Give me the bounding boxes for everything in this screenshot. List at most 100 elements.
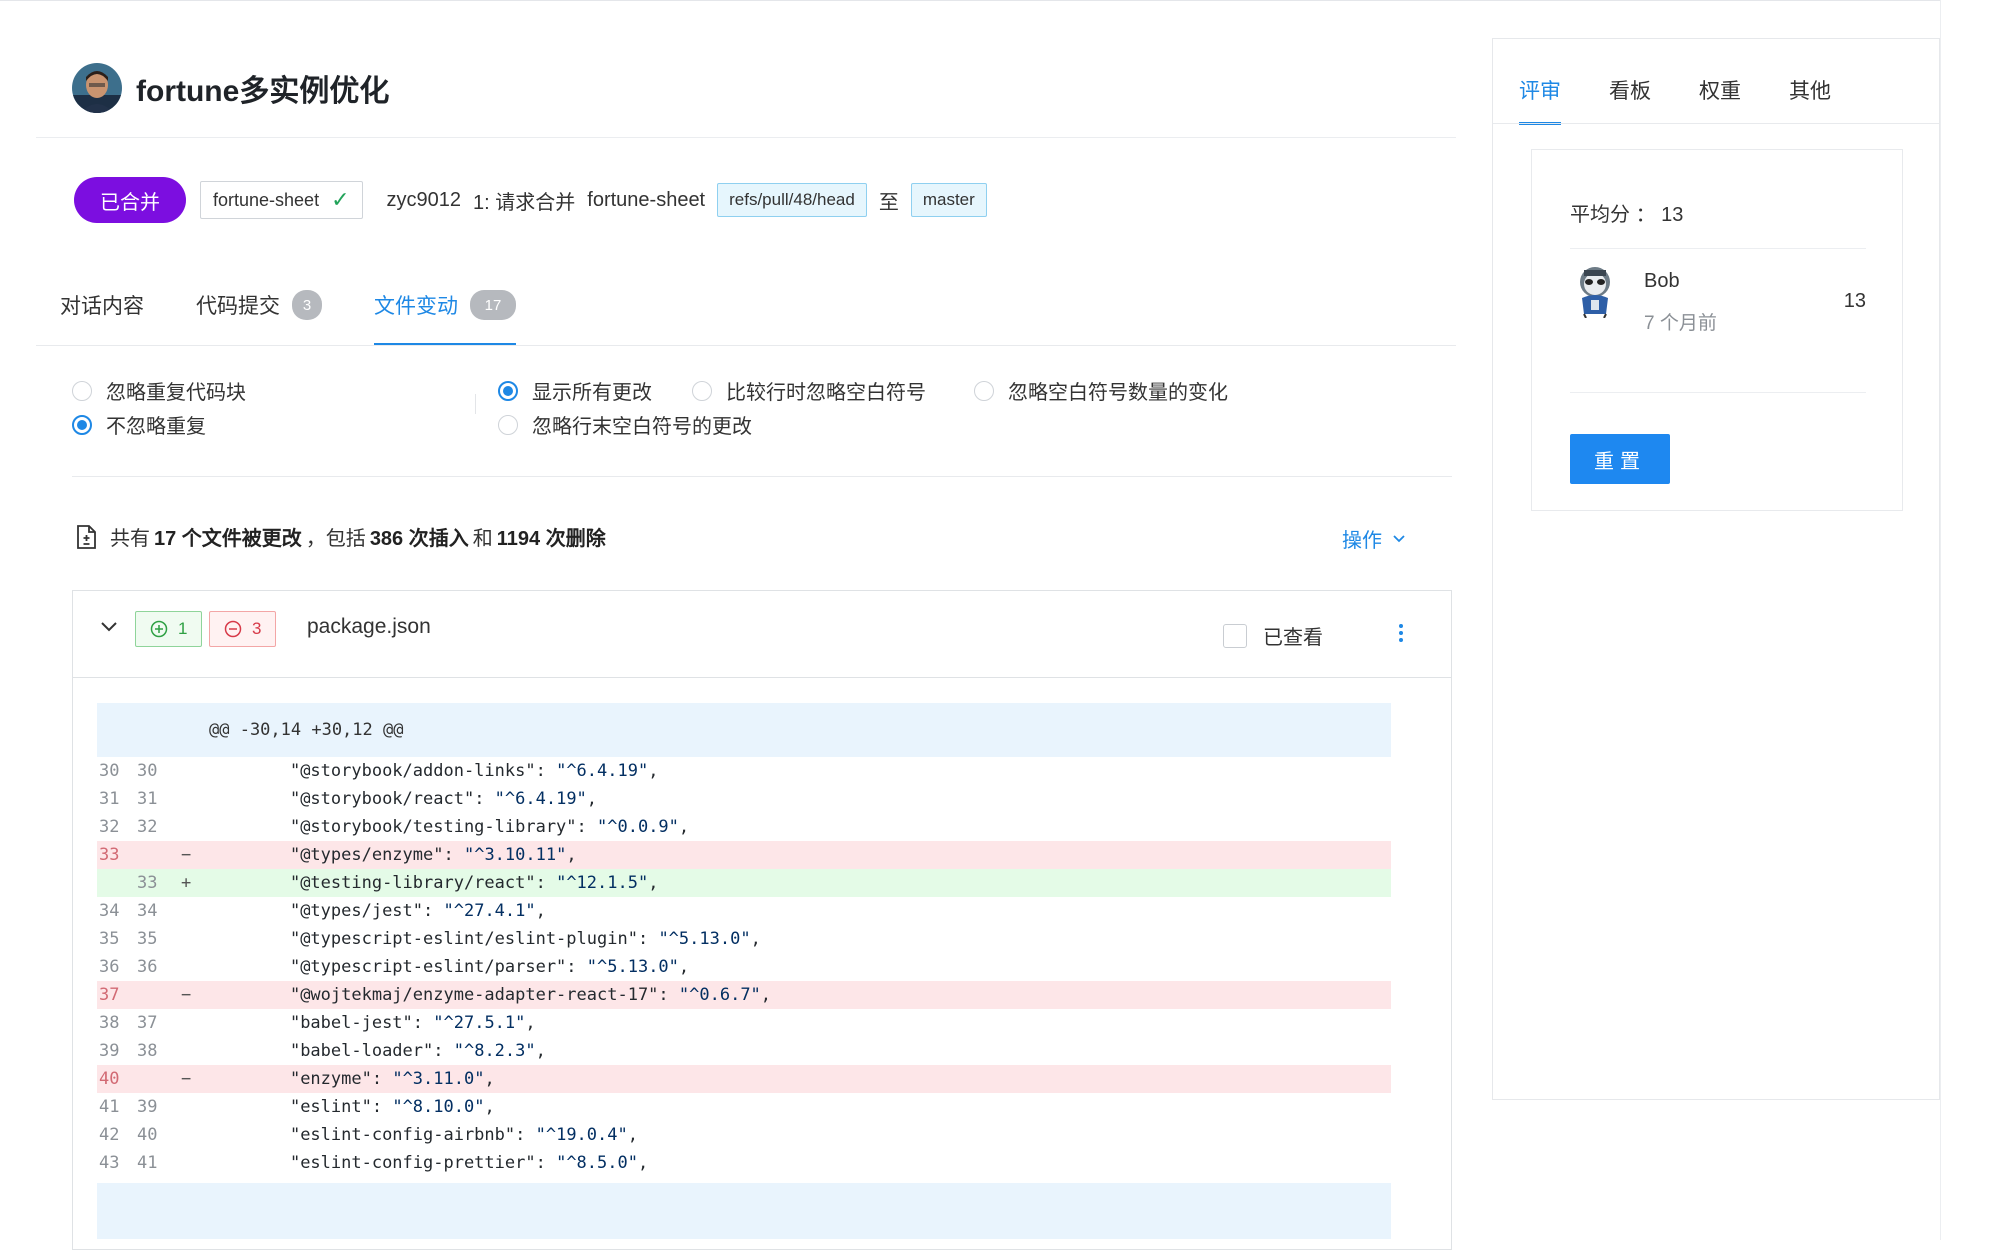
old-line-number: 43 xyxy=(99,1153,120,1173)
code-value: "^5.13.0" xyxy=(586,957,679,977)
file-name[interactable]: package.json xyxy=(307,615,431,639)
code-text: "@storybook/react": "^6.4.19", xyxy=(289,789,598,809)
summary-insertions: 386 次插入 xyxy=(369,528,469,550)
new-line-number: 40 xyxy=(137,1125,158,1145)
file-diff-card: 1 3 package.json 已查看 @@ -30,14 +30,12 @@… xyxy=(72,590,1452,1250)
new-line-number: 38 xyxy=(137,1041,158,1061)
old-line-number: 35 xyxy=(99,929,120,949)
code-key: "@typescript-eslint/eslint-plugin" xyxy=(289,929,638,949)
radio-ignore-eol-whitespace[interactable] xyxy=(498,414,518,435)
option-ignore-duplicate[interactable]: 忽略重复代码块 xyxy=(72,376,246,405)
review-time: 7 个月前 xyxy=(1644,313,1717,334)
viewed-checkbox[interactable] xyxy=(1223,623,1247,648)
diff-view: @@ -30,14 +30,12 @@ 30 30 "@storybook/add… xyxy=(97,703,1391,1239)
operations-label: 操作 xyxy=(1342,530,1382,552)
code-text: "@wojtekmaj/enzyme-adapter-react-17": "^… xyxy=(289,985,772,1005)
code-value: "^6.4.19" xyxy=(556,761,649,781)
code-key: "babel-loader" xyxy=(289,1041,434,1061)
reviewer-avatar[interactable] xyxy=(1570,262,1620,318)
option-ignore-eol-whitespace[interactable]: 忽略行末空白符号的更改 xyxy=(498,410,752,439)
code-key: "@types/jest" xyxy=(289,901,424,921)
new-line-number: 30 xyxy=(137,761,158,781)
radio-ignore-whitespace-amount[interactable] xyxy=(974,380,994,401)
tab-weight[interactable]: 权重 xyxy=(1699,75,1741,125)
status-badge: 已合并 xyxy=(74,177,186,223)
tab-other[interactable]: 其他 xyxy=(1789,75,1831,125)
code-key: "eslint" xyxy=(289,1097,372,1117)
source-ref-tag[interactable]: refs/pull/48/head xyxy=(717,183,867,217)
diff-line-deleted: 33 − "@types/enzyme": "^3.10.11", xyxy=(97,841,1391,869)
tab-commits[interactable]: 代码提交 3 xyxy=(196,290,322,346)
target-repo[interactable]: fortune-sheet xyxy=(587,189,705,212)
pr-author[interactable]: zyc9012 xyxy=(387,189,462,212)
author-avatar[interactable] xyxy=(72,63,122,113)
review-panel: 平均分 ： 13 Bob 7 个月前 13 重置 xyxy=(1531,149,1903,511)
reviewer-name[interactable]: Bob xyxy=(1644,270,1680,293)
summary-files: 17 个文件被更改 xyxy=(154,528,302,550)
option-label: 忽略重复代码块 xyxy=(106,382,246,404)
old-line-number: 38 xyxy=(99,1013,120,1033)
code-text: "eslint": "^8.10.0", xyxy=(289,1097,495,1117)
code-key: "eslint-config-prettier" xyxy=(289,1153,536,1173)
files-count-badge: 17 xyxy=(470,290,516,320)
collapse-chevron-icon[interactable] xyxy=(97,615,121,639)
code-text: "enzyme": "^3.11.0", xyxy=(289,1069,495,1089)
tabs-divider xyxy=(36,345,1456,346)
operations-dropdown[interactable]: 操作 xyxy=(1342,524,1406,553)
code-key: "@types/enzyme" xyxy=(289,845,444,865)
sidebar-tabs: 评审 看板 权重 其他 xyxy=(1519,75,1879,125)
to-label: 至 xyxy=(878,191,899,214)
option-ignore-whitespace-amount[interactable]: 忽略空白符号数量的变化 xyxy=(974,376,1228,405)
diff-line-added: 33 + "@testing-library/react": "^12.1.5", xyxy=(97,869,1391,897)
radio-ignore-duplicate[interactable] xyxy=(72,380,92,401)
reset-button[interactable]: 重置 xyxy=(1570,434,1670,484)
diff-line: 39 38 "babel-loader": "^8.2.3", xyxy=(97,1037,1391,1065)
radio-ignore-whitespace[interactable] xyxy=(692,380,712,401)
code-value: "^27.4.1" xyxy=(443,901,536,921)
code-text: "@typescript-eslint/parser": "^5.13.0", xyxy=(289,957,690,977)
option-label: 显示所有更改 xyxy=(532,382,652,404)
code-value: "^8.2.3" xyxy=(453,1041,536,1061)
repo-tag[interactable]: fortune-sheet ✓ xyxy=(200,181,363,219)
code-value: "^6.4.19" xyxy=(494,789,587,809)
diff-line: 41 39 "eslint": "^8.10.0", xyxy=(97,1093,1391,1121)
diff-line-deleted: 40 − "enzyme": "^3.11.0", xyxy=(97,1065,1391,1093)
new-line-number: 34 xyxy=(137,901,158,921)
code-value: "^0.6.7" xyxy=(678,985,761,1005)
tab-files-changed[interactable]: 文件变动 17 xyxy=(374,290,516,346)
radio-no-ignore-duplicate[interactable] xyxy=(72,414,92,435)
code-text: "@types/jest": "^27.4.1", xyxy=(289,901,546,921)
file-diff-icon xyxy=(77,524,96,549)
new-line-number: 36 xyxy=(137,957,158,977)
tab-board[interactable]: 看板 xyxy=(1609,75,1651,125)
code-key: "@storybook/addon-links" xyxy=(289,761,536,781)
new-line-number: 35 xyxy=(137,929,158,949)
tab-review[interactable]: 评审 xyxy=(1519,75,1561,125)
target-branch-tag[interactable]: master xyxy=(910,183,987,217)
code-key: "@typescript-eslint/parser" xyxy=(289,957,567,977)
option-no-ignore-duplicate[interactable]: 不忽略重复 xyxy=(72,410,206,439)
option-show-all[interactable]: 显示所有更改 xyxy=(498,376,652,405)
diff-line: 43 41 "eslint-config-prettier": "^8.5.0", xyxy=(97,1149,1391,1177)
more-options-icon[interactable] xyxy=(1395,621,1407,645)
code-key: "babel-jest" xyxy=(289,1013,413,1033)
option-ignore-whitespace[interactable]: 比较行时忽略空白符号 xyxy=(692,376,926,405)
file-header: 1 3 package.json 已查看 xyxy=(73,591,1451,678)
options-divider-line xyxy=(72,476,1452,477)
option-label: 忽略行末空白符号的更改 xyxy=(532,416,752,438)
radio-show-all[interactable] xyxy=(498,380,518,401)
pr-meta-row: 已合并 fortune-sheet ✓ zyc9012 1: 请求合并 fort… xyxy=(74,176,987,224)
main-content: fortune多实例优化 已合并 fortune-sheet ✓ zyc9012… xyxy=(36,0,1456,1250)
deletions-badge: 3 xyxy=(209,611,277,647)
code-text: "@types/enzyme": "^3.10.11", xyxy=(289,845,577,865)
viewed-toggle[interactable]: 已查看 xyxy=(1223,621,1323,650)
plus-circle-icon xyxy=(150,620,168,638)
code-value: "^19.0.4" xyxy=(535,1125,628,1145)
diff-lines: 30 30 "@storybook/addon-links": "^6.4.19"… xyxy=(97,757,1391,1177)
option-label: 忽略空白符号数量的变化 xyxy=(1008,382,1228,404)
tab-conversation[interactable]: 对话内容 xyxy=(60,290,144,346)
new-line-number: 31 xyxy=(137,789,158,809)
hunk-expander[interactable] xyxy=(97,1183,1391,1239)
summary-mid: ，包括 xyxy=(305,528,366,550)
page-title: fortune多实例优化 xyxy=(136,75,390,108)
